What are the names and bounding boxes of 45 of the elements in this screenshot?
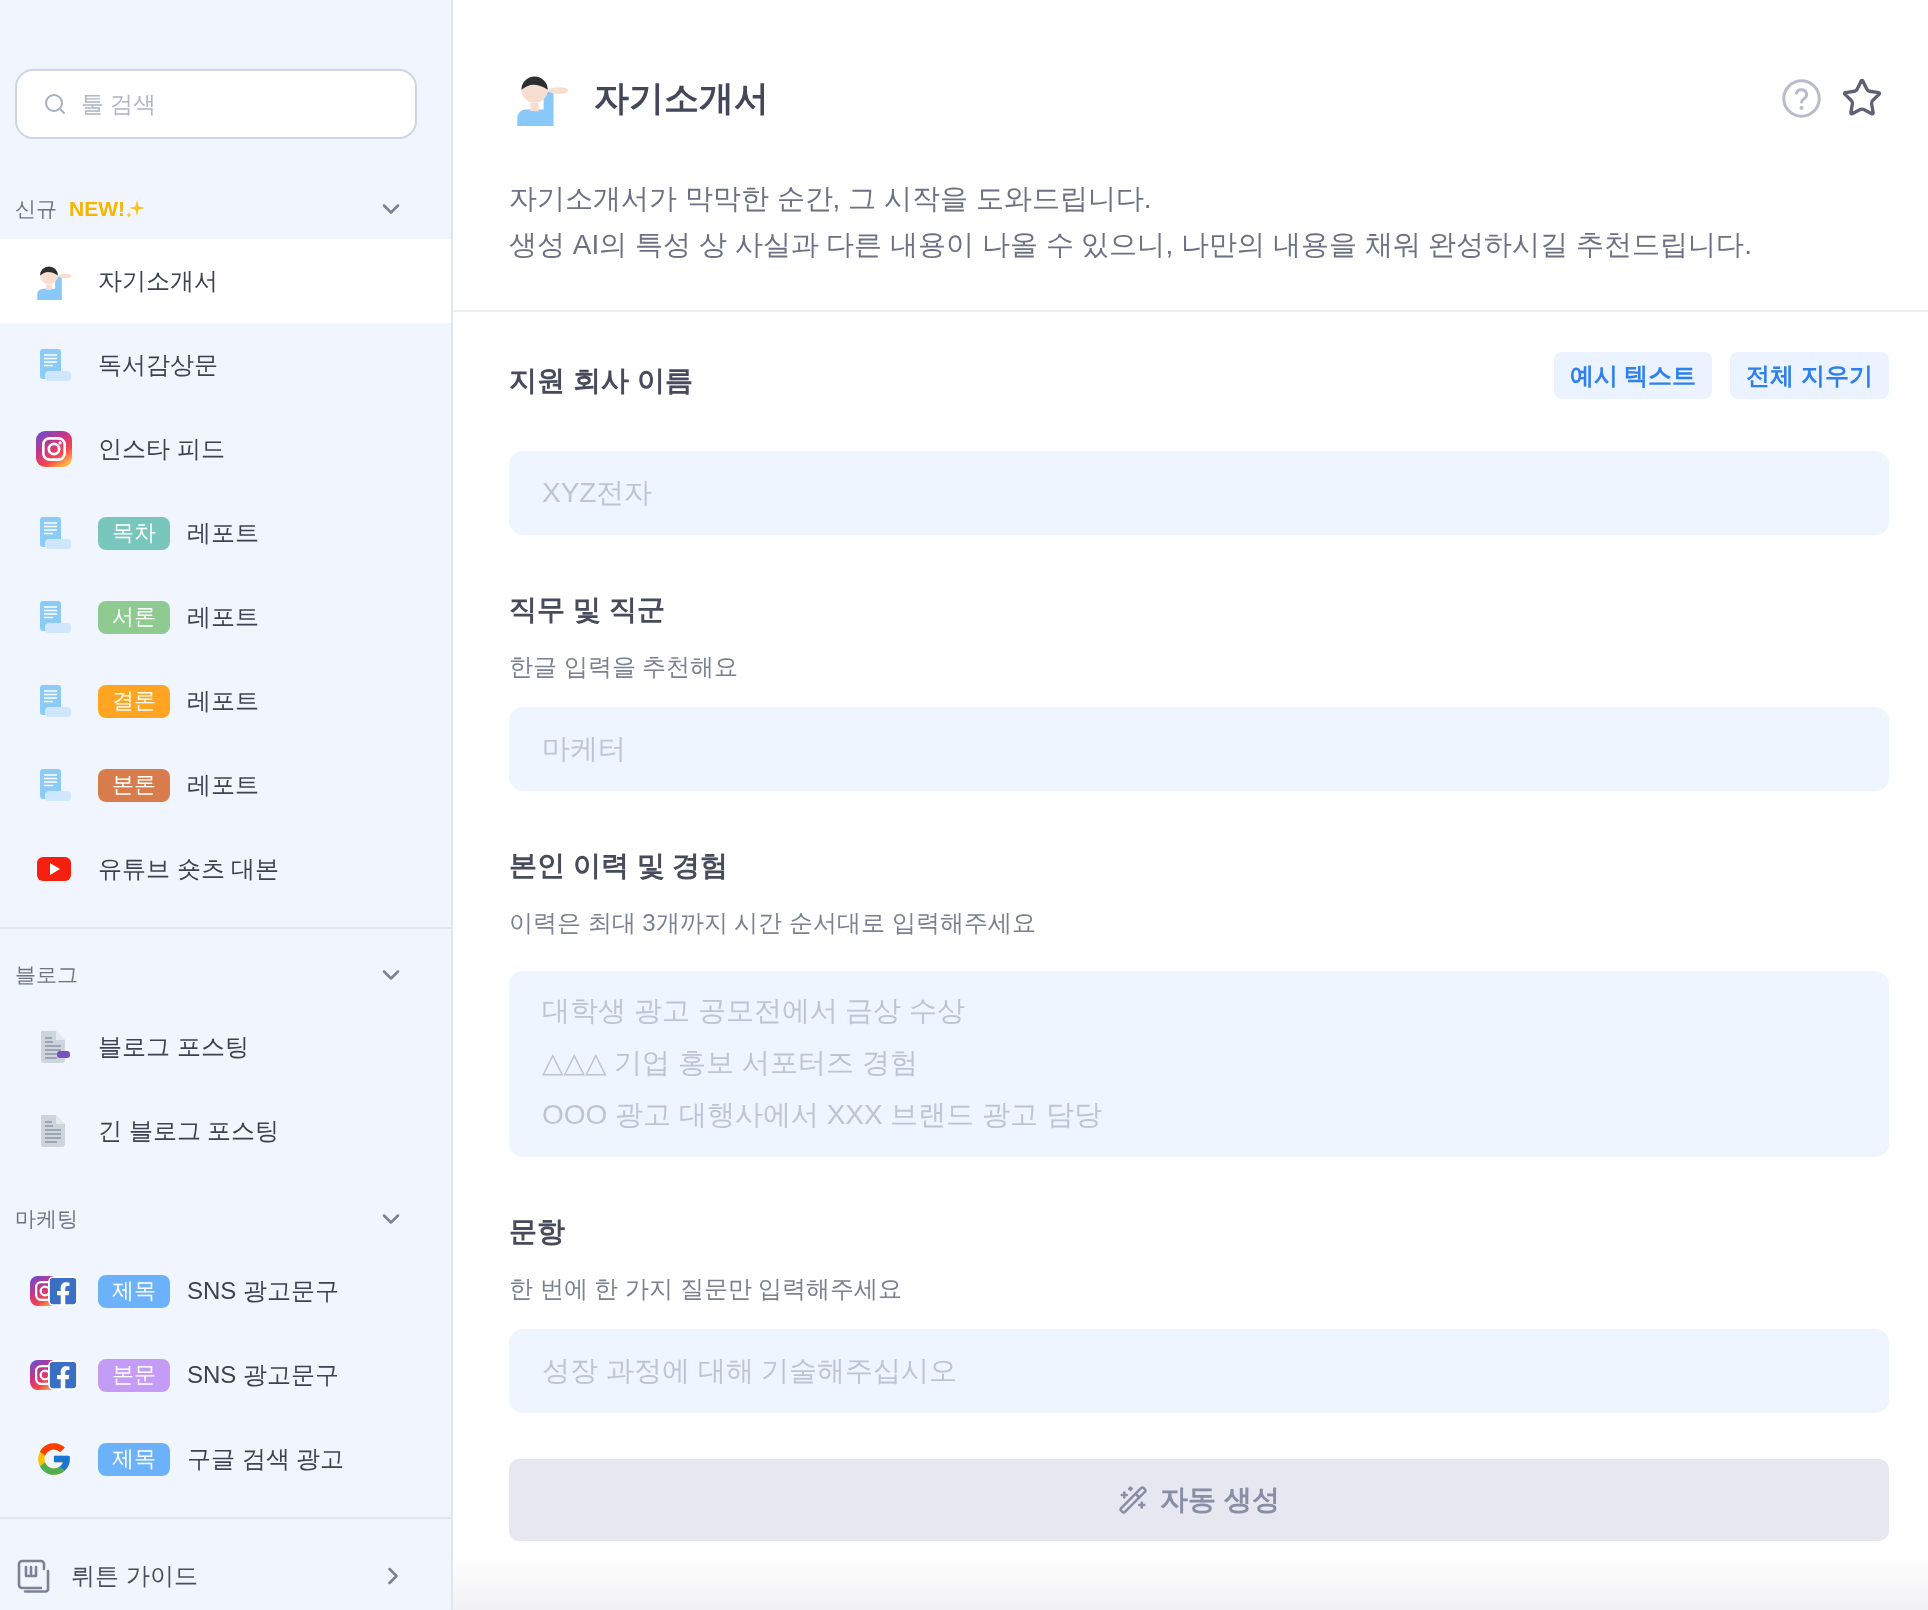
- new-label: NEW!: [69, 197, 125, 221]
- category-tag: 본론: [98, 768, 170, 802]
- camera-icon: [36, 431, 72, 467]
- sidebar-item[interactable]: 인스타 피드: [0, 407, 451, 491]
- tool-description: 자기소개서가 막막한 순간, 그 시작을 도와드립니다. 생성 AI의 특성 상 사실과 다른 내용이 나올 수 있으니, 나만의 내용을 채워 완성하시길 추천드립니다.: [509, 182, 1753, 262]
- field-label: 문항: [509, 1215, 565, 1249]
- search-icon: [43, 92, 67, 116]
- guide-link[interactable]: 뤼튼 가이드: [0, 1519, 451, 1610]
- sidebar-item[interactable]: 제목 구글 검색 광고: [0, 1417, 451, 1501]
- category-tag: 결론: [98, 684, 170, 718]
- book-icon: [17, 1558, 51, 1593]
- sidebar-item[interactable]: 결론 레포트: [0, 659, 451, 743]
- section-title: 마케팅: [15, 1206, 78, 1232]
- g-logo-icon: [35, 1440, 73, 1478]
- category-tag: 서론: [98, 600, 170, 634]
- f-logo-icon: [48, 1360, 78, 1390]
- field-label: 지원 회사 이름: [509, 364, 693, 398]
- search-field[interactable]: 툴 검색: [15, 69, 417, 139]
- sidebar-item[interactable]: 자기소개서: [0, 239, 451, 323]
- sidebar-item[interactable]: 본문 SNS 광고문구: [0, 1333, 451, 1417]
- field-label: 본인 이력 및 경험: [509, 849, 729, 883]
- field-hint: 이력은 최대 3개까지 시간 순서대로 입력해주세요: [509, 908, 1037, 938]
- category-tag: 본문: [98, 1358, 170, 1392]
- star-icon[interactable]: [1841, 77, 1883, 119]
- magic-wand-icon: [1118, 1485, 1149, 1515]
- field-label: 직무 및 직군: [509, 593, 665, 627]
- sidebar-item[interactable]: 본론 레포트: [0, 743, 451, 827]
- section-title: 신규: [15, 196, 57, 222]
- sidebar-item[interactable]: 제목 SNS 광고문구: [0, 1249, 451, 1333]
- field-hint: 한글 입력을 추천해요: [509, 652, 740, 682]
- tool-title: 자기소개서: [594, 76, 769, 119]
- sidebar-item[interactable]: 독서감상문: [0, 323, 451, 407]
- field-hint: 한 번에 한 가지 질문만 입력해주세요: [509, 1274, 904, 1304]
- sidebar-item[interactable]: 서론 레포트: [0, 575, 451, 659]
- sidebar-item[interactable]: 긴 블로그 포스팅: [0, 1089, 451, 1173]
- category-tag: 제목: [98, 1442, 170, 1476]
- sidebar-item[interactable]: 블로그 포스팅: [0, 1005, 451, 1089]
- sidebar-item[interactable]: 목차 레포트: [0, 491, 451, 575]
- sidebar-item[interactable]: 유튜브 숏츠 대본: [0, 827, 451, 911]
- section-title: 블로그: [15, 962, 78, 988]
- help-icon[interactable]: [1782, 78, 1821, 118]
- play-icon: [36, 857, 72, 881]
- category-tag: 목차: [98, 516, 170, 550]
- category-tag: 제목: [98, 1274, 170, 1308]
- f-logo-icon: [48, 1276, 78, 1306]
